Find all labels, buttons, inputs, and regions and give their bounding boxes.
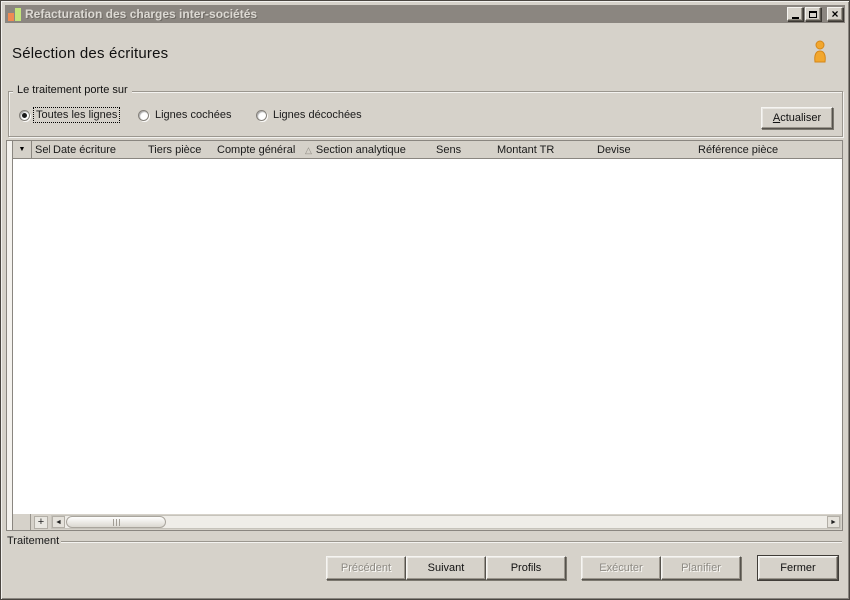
app-bar-chart-icon (8, 7, 21, 21)
add-row-button[interactable]: + (34, 515, 48, 529)
minimize-icon (791, 17, 799, 19)
previous-button[interactable]: Précédent (326, 556, 406, 580)
maximize-icon (809, 10, 817, 18)
radio-label[interactable]: Lignes cochées (153, 108, 233, 122)
entries-grid: ▼ Sel Date écriture Tiers pièce Compte g… (6, 140, 843, 531)
maximize-button[interactable] (805, 7, 821, 21)
radio-unchecked-icon[interactable] (256, 109, 267, 121)
next-button[interactable]: Suivant (406, 556, 486, 580)
column-header-date-ecriture[interactable]: Date écriture (50, 144, 145, 156)
radio-lignes-decochees[interactable]: Lignes décochées (256, 108, 364, 122)
titlebar: Refacturation des charges inter-sociétés… (5, 5, 845, 23)
column-header-compte-general[interactable]: Compte général (214, 144, 302, 156)
column-header-sens[interactable]: Sens (433, 144, 494, 156)
app-icon-green-bar (15, 7, 21, 21)
close-dialog-button[interactable]: Fermer (758, 556, 838, 580)
column-header-reference-piece[interactable]: Référence pièce (695, 144, 842, 156)
grid-corner-spacer (13, 514, 31, 530)
execute-button[interactable]: Exécuter (581, 556, 661, 580)
refresh-button[interactable]: Actualiser (761, 107, 833, 129)
app-icon-orange-bar (8, 12, 14, 21)
status-group-label: Traitement (7, 535, 60, 547)
scroll-right-icon[interactable]: ► (827, 516, 840, 528)
window-title: Refacturation des charges inter-sociétés (25, 7, 258, 21)
horizontal-scrollbar[interactable]: ◄ ► (51, 515, 841, 529)
scrollbar-thumb[interactable] (66, 516, 166, 528)
user-icon[interactable] (811, 40, 829, 63)
grid-header: ▼ Sel Date écriture Tiers pièce Compte g… (13, 141, 842, 159)
radio-label[interactable]: Lignes décochées (271, 108, 364, 122)
profiles-button[interactable]: Profils (486, 556, 566, 580)
column-header-devise[interactable]: Devise (594, 144, 695, 156)
column-header-tiers-piece[interactable]: Tiers pièce (145, 144, 214, 156)
page-title: Sélection des écritures (12, 45, 169, 62)
radio-unchecked-icon[interactable] (138, 109, 149, 121)
column-header-montant-tr[interactable]: Montant TR (494, 144, 594, 156)
schedule-button[interactable]: Planifier (661, 556, 741, 580)
radio-toutes-les-lignes[interactable]: Toutes les lignes (19, 107, 121, 123)
radio-checked-icon[interactable] (19, 109, 30, 121)
radio-label[interactable]: Toutes les lignes (32, 107, 121, 123)
scroll-left-icon[interactable]: ◄ (52, 516, 65, 528)
grid-body-empty[interactable] (13, 159, 842, 514)
status-group: Traitement (7, 535, 842, 547)
column-header-sel[interactable]: Sel (32, 144, 50, 156)
dialog-window: Refacturation des charges inter-sociétés… (0, 0, 850, 600)
radio-lignes-cochees[interactable]: Lignes cochées (138, 108, 233, 122)
filter-group-label: Le traitement porte sur (13, 84, 132, 96)
minimize-button[interactable] (787, 7, 803, 21)
status-group-divider (61, 540, 842, 543)
footer-button-bar: Précédent Suivant Profils Exécuter Plani… (5, 556, 845, 582)
filter-groupbox: Le traitement porte sur Toutes les ligne… (8, 84, 843, 137)
dialog-content: Sélection des écritures Le traitement po… (5, 23, 845, 595)
grid-scroll-row: + ◄ ► (13, 514, 842, 530)
close-button[interactable]: × (827, 7, 843, 21)
column-header-section-analytique[interactable]: △ Section analytique (302, 144, 433, 156)
sort-ascending-icon: △ (305, 144, 312, 155)
grid-filter-dropdown-icon[interactable]: ▼ (13, 141, 32, 158)
